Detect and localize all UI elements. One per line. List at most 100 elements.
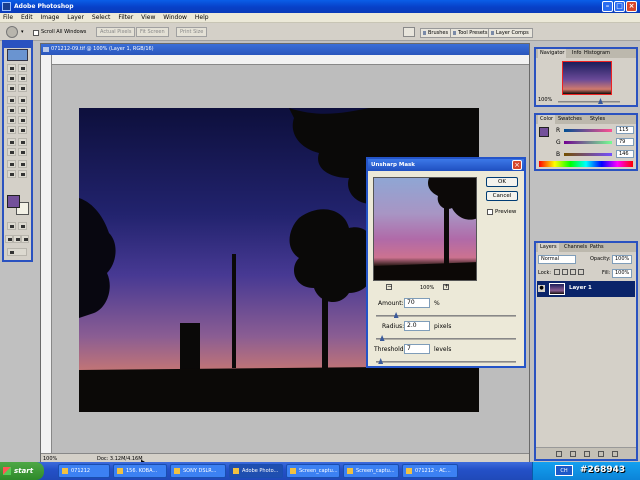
healing-brush-tool-icon[interactable]: [7, 96, 16, 104]
threshold-slider-thumb[interactable]: [378, 358, 384, 364]
navigator-zoom-value[interactable]: 100%: [538, 97, 552, 103]
taskbar-item[interactable]: SONY DSLR...: [170, 464, 226, 478]
tab-paths[interactable]: Paths: [588, 243, 606, 252]
vertical-ruler[interactable]: [41, 55, 52, 455]
dialog-close-icon[interactable]: ×: [512, 160, 522, 170]
green-value-field[interactable]: 79: [616, 138, 634, 146]
lasso-tool-icon[interactable]: [7, 74, 16, 82]
red-value-field[interactable]: 115: [616, 126, 634, 134]
close-button[interactable]: ×: [626, 1, 637, 12]
navigator-thumbnail[interactable]: [562, 61, 612, 95]
tab-layers[interactable]: Layers: [538, 243, 559, 252]
amount-field[interactable]: 70: [404, 298, 430, 308]
crop-tool-icon[interactable]: [7, 84, 16, 92]
print-size-button[interactable]: Print Size: [176, 27, 208, 37]
clone-stamp-tool-icon[interactable]: [7, 106, 16, 114]
menu-image[interactable]: Image: [41, 14, 60, 21]
brush-tool-icon[interactable]: [18, 96, 27, 104]
menu-view[interactable]: View: [141, 14, 155, 21]
gradient-tool-icon[interactable]: [18, 116, 27, 124]
taskbar-item[interactable]: 156. KOBA...: [113, 464, 167, 478]
amount-slider-thumb[interactable]: [393, 312, 399, 318]
menu-help[interactable]: Help: [195, 14, 209, 21]
standard-mode-icon[interactable]: [7, 222, 16, 230]
slice-tool-icon[interactable]: [18, 84, 27, 92]
eraser-tool-icon[interactable]: [7, 116, 16, 124]
history-brush-tool-icon[interactable]: [18, 106, 27, 114]
actual-pixels-button[interactable]: Actual Pixels: [96, 27, 136, 37]
threshold-field[interactable]: 7: [404, 344, 430, 354]
palette-well-icon[interactable]: [403, 27, 415, 37]
minimize-button[interactable]: –: [602, 1, 613, 12]
magic-wand-tool-icon[interactable]: [18, 74, 27, 82]
tab-swatches[interactable]: Swatches: [556, 115, 584, 124]
pen-tool-icon[interactable]: [7, 148, 16, 156]
lock-position-icon[interactable]: [570, 269, 576, 275]
opacity-field[interactable]: 100%: [612, 255, 632, 264]
maximize-button[interactable]: □: [614, 1, 625, 12]
fit-screen-button[interactable]: Fit Screen: [136, 27, 169, 37]
fill-field[interactable]: 100%: [612, 269, 632, 278]
path-selection-tool-icon[interactable]: [7, 138, 16, 146]
taskbar-item[interactable]: 071212 - AC...: [402, 464, 458, 478]
link-layers-icon[interactable]: [556, 451, 562, 457]
start-button[interactable]: start: [0, 462, 44, 480]
tool-presets-tab[interactable]: Tool Presets: [450, 28, 492, 38]
hand-tool-icon[interactable]: [6, 26, 18, 38]
menu-window[interactable]: Window: [163, 14, 187, 21]
menu-file[interactable]: File: [3, 14, 13, 21]
foreground-color-swatch[interactable]: [7, 195, 20, 208]
blur-tool-icon[interactable]: [7, 126, 16, 134]
menu-edit[interactable]: Edit: [21, 14, 33, 21]
marquee-tool-icon[interactable]: [7, 64, 16, 72]
dodge-tool-icon[interactable]: [18, 126, 27, 134]
radius-slider[interactable]: [376, 335, 516, 341]
delete-layer-icon[interactable]: [612, 451, 618, 457]
tab-histogram[interactable]: Histogram: [582, 49, 612, 58]
tab-navigator[interactable]: Navigator: [538, 49, 567, 58]
full-screen-mode-icon[interactable]: [21, 235, 29, 243]
type-tool-icon[interactable]: [18, 138, 27, 146]
green-channel-slider[interactable]: [564, 141, 612, 144]
menu-layer[interactable]: Layer: [67, 14, 84, 21]
language-indicator[interactable]: CH: [555, 465, 573, 476]
zoom-tool-icon[interactable]: [18, 170, 27, 178]
radius-field[interactable]: 2.0: [404, 321, 430, 331]
visibility-eye-icon[interactable]: ●: [538, 285, 545, 292]
red-channel-slider[interactable]: [564, 129, 612, 132]
lock-image-icon[interactable]: [562, 269, 568, 275]
standard-screen-mode-icon[interactable]: [5, 235, 13, 243]
layer-comps-tab[interactable]: Layer Comps: [488, 28, 533, 38]
filter-preview[interactable]: [373, 177, 477, 281]
tab-color[interactable]: Color: [538, 115, 556, 124]
new-layer-icon[interactable]: [598, 451, 604, 457]
lock-transparency-icon[interactable]: [554, 269, 560, 275]
adobe-online-icon[interactable]: [7, 49, 28, 61]
layer-name[interactable]: Layer 1: [569, 285, 592, 291]
blue-channel-slider[interactable]: [564, 153, 612, 156]
tab-channels[interactable]: Channels: [562, 243, 589, 252]
move-tool-icon[interactable]: [18, 64, 27, 72]
preview-checkbox[interactable]: [487, 209, 493, 215]
color-spectrum-bar[interactable]: [539, 161, 633, 167]
navigator-zoom-thumb[interactable]: [598, 98, 603, 104]
zoom-out-icon[interactable]: −: [386, 284, 392, 290]
eyedropper-tool-icon[interactable]: [18, 160, 27, 168]
hand-tool-button-icon[interactable]: [7, 170, 16, 178]
quick-mask-mode-icon[interactable]: [18, 222, 27, 230]
amount-slider[interactable]: [376, 312, 516, 318]
tool-preset-chevron-icon[interactable]: ▾: [21, 29, 24, 35]
tab-styles[interactable]: Styles: [588, 115, 607, 124]
radius-slider-thumb[interactable]: [379, 335, 385, 341]
taskbar-item[interactable]: 071212: [58, 464, 110, 478]
full-screen-menu-mode-icon[interactable]: [13, 235, 21, 243]
ok-button[interactable]: OK: [486, 177, 518, 187]
layer-mask-icon[interactable]: [584, 451, 590, 457]
blue-value-field[interactable]: 146: [616, 150, 634, 158]
menu-select[interactable]: Select: [92, 14, 111, 21]
layer-row[interactable]: ● Layer 1: [537, 281, 635, 297]
zoom-in-icon[interactable]: +: [443, 284, 449, 290]
brushes-tab[interactable]: Brushes: [420, 28, 453, 38]
color-foreground-swatch[interactable]: [539, 127, 549, 137]
jump-to-imageready-icon[interactable]: [7, 248, 27, 256]
